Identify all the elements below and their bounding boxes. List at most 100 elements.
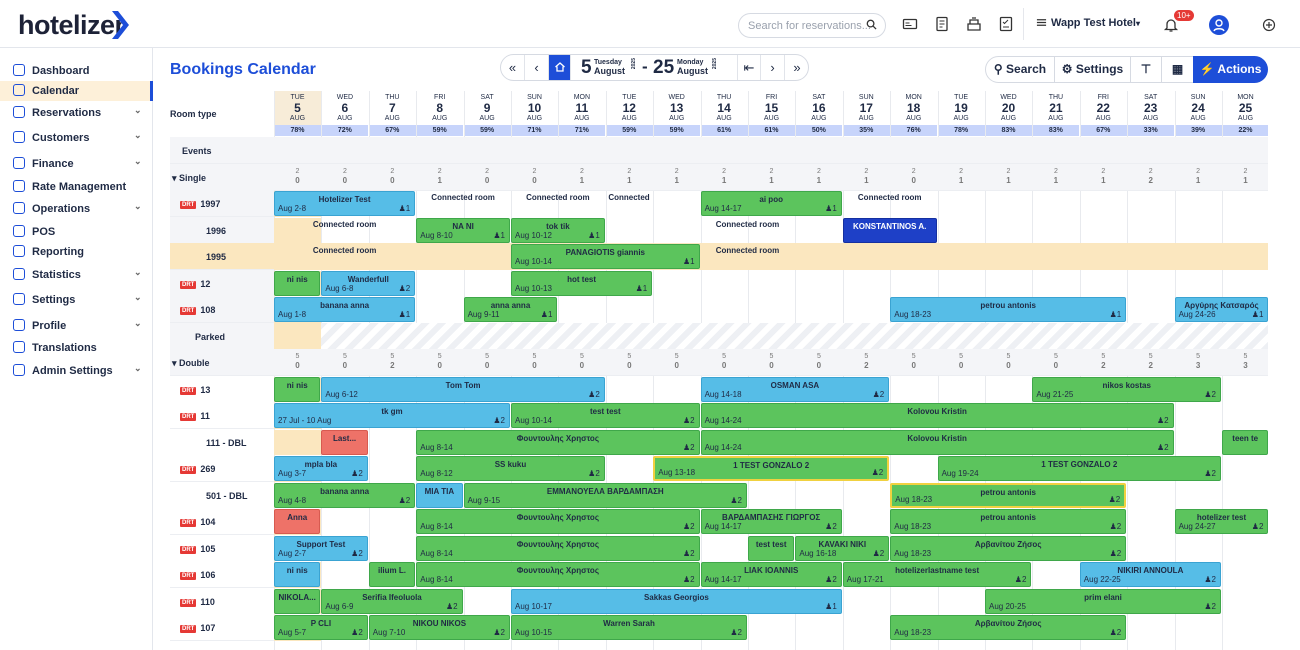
booking-bar[interactable]: SS kuku Aug 8-12 ♟2 (416, 456, 605, 481)
document-icon[interactable] (934, 16, 950, 32)
settings-button[interactable]: ⚙ Settings (1054, 56, 1131, 83)
text-height-button[interactable]: ⊤ (1130, 56, 1162, 83)
room-label[interactable]: DRT 12 (180, 279, 210, 289)
booking-bar[interactable]: ΕΜΜΑΝΟΥΕΛΑ ΒΑΡΔΑΜΠΑΣΗ Aug 9-15 ♟2 (463, 482, 747, 508)
booking-bar[interactable]: Anna (274, 509, 321, 534)
sidebar-item-finance[interactable]: Finance ⌄ (0, 154, 153, 174)
booking-bar[interactable]: ni nis (274, 562, 321, 587)
checklist-icon[interactable] (998, 16, 1014, 32)
booking-bar[interactable]: Αρβανίτου Ζήσος Aug 18-23 ♟2 (890, 535, 1127, 561)
sidebar-item-dashboard[interactable]: Dashboard (0, 61, 153, 81)
booking-bar[interactable]: teen te (1222, 429, 1268, 455)
booking-bar[interactable]: LIAK IOANNIS Aug 14-17 ♟2 (700, 562, 842, 587)
room-label[interactable]: DRT 11 (180, 411, 210, 421)
booking-bar[interactable]: Hotelizer Test Aug 2-8 ♟1 (274, 191, 416, 216)
sidebar-item-profile[interactable]: Profile ⌄ (0, 316, 153, 336)
booking-bar[interactable]: Tom Tom Aug 6-12 ♟2 (321, 376, 605, 402)
actions-button[interactable]: ⚡ Actions (1193, 56, 1268, 83)
room-label[interactable]: DRT 105 (180, 544, 215, 554)
sidebar-item-reservations[interactable]: Reservations ⌄ (0, 103, 153, 123)
sidebar-item-admin-settings[interactable]: Admin Settings ⌄ (0, 361, 153, 381)
booking-bar[interactable]: ΒΑΡΔΑΜΠΑΣΗΣ ΓΙΩΡΓΟΣ Aug 14-17 ♟2 (700, 509, 842, 534)
booking-bar[interactable]: Φουντουλης Χρηστος Aug 8-14 ♟2 (416, 562, 700, 587)
booking-bar[interactable]: Warren Sarah Aug 10-15 ♟2 (511, 615, 747, 640)
room-label[interactable]: DRT 107 (180, 623, 215, 633)
booking-bar[interactable]: test test (748, 535, 795, 561)
booking-bar[interactable]: Αρβανίτου Ζήσος Aug 18-23 ♟2 (890, 615, 1127, 640)
cash-register-icon[interactable] (966, 16, 982, 32)
booking-bar[interactable]: mpla bla Aug 3-7 ♟2 (274, 456, 368, 481)
booking-bar[interactable]: petrou antonis Aug 18-23 ♟1 (890, 297, 1127, 322)
booking-bar[interactable]: petrou antonis Aug 18-23 ♟2 (890, 482, 1127, 508)
booking-bar[interactable]: Αργύρης Κατσαρός Aug 24-26 ♟1 (1174, 297, 1268, 322)
room-label[interactable]: DRT 110 (180, 597, 215, 607)
booking-bar[interactable]: test test Aug 10-14 ♟2 (511, 403, 700, 428)
hotel-selector[interactable]: Wapp Test Hotel▾ (1051, 17, 1140, 29)
room-label[interactable]: 1996 (180, 226, 226, 236)
search-input[interactable]: Search for reservations... (738, 13, 886, 38)
prev-fast-button[interactable]: « (501, 55, 525, 80)
fit-range-button[interactable]: ⇤ (737, 55, 761, 80)
sidebar-item-pos[interactable]: POS (0, 222, 153, 242)
room-label[interactable]: DRT 1997 (180, 199, 220, 209)
booking-bar[interactable]: tk gm 27 Jul - 10 Aug ♟2 (274, 403, 510, 428)
room-label[interactable]: 1995 (180, 252, 226, 262)
booking-bar[interactable]: ni nis (274, 376, 321, 402)
booking-bar[interactable]: Φουντουλης Χρηστος Aug 8-14 ♟2 (416, 509, 700, 534)
booking-bar[interactable]: Φουντουλης Χρηστος Aug 8-14 ♟2 (416, 535, 700, 561)
booking-bar[interactable]: hot test Aug 10-13 ♟1 (511, 270, 653, 296)
sidebar-item-translations[interactable]: Translations (0, 338, 153, 358)
user-avatar[interactable] (1209, 15, 1229, 35)
sidebar-item-reporting[interactable]: Reporting (0, 242, 153, 262)
booking-bar[interactable]: 1 TEST GONZALO 2 Aug 13-18 ♟2 (653, 456, 890, 481)
booking-bar[interactable]: Sakkas Georgios Aug 10-17 ♟1 (511, 588, 842, 614)
add-circle-icon[interactable] (1262, 18, 1276, 32)
room-label[interactable]: DRT 104 (180, 517, 215, 527)
room-label[interactable]: DRT 108 (180, 305, 215, 315)
room-label[interactable]: 501 - DBL (180, 491, 248, 501)
booking-bar[interactable]: KONSTANTINOS A. (842, 217, 937, 243)
card-icon[interactable] (902, 16, 918, 32)
sidebar-item-rate-management[interactable]: Rate Management (0, 177, 153, 197)
search-button[interactable]: ⚲ Search (985, 56, 1055, 83)
room-label[interactable]: DRT 13 (180, 385, 210, 395)
group-label[interactable]: ▾ Double (172, 358, 210, 369)
booking-bar[interactable]: hotelizer test Aug 24-27 ♟2 (1174, 509, 1268, 534)
booking-bar[interactable]: prim elani Aug 20-25 ♟2 (985, 588, 1221, 614)
booking-bar[interactable]: banana anna Aug 1-8 ♟1 (274, 297, 416, 322)
booking-bar[interactable]: ilium L. (368, 562, 416, 587)
booking-bar[interactable]: petrou antonis Aug 18-23 ♟2 (890, 509, 1127, 534)
sidebar-item-statistics[interactable]: Statistics ⌄ (0, 265, 153, 285)
booking-bar[interactable]: NIKOLA... (274, 588, 321, 614)
sidebar-item-calendar[interactable]: Calendar (0, 81, 153, 101)
booking-bar[interactable]: Support Test Aug 2-7 ♟2 (274, 535, 368, 561)
booking-bar[interactable]: ni nis (274, 270, 321, 296)
booking-bar[interactable]: Serifia Ifeoluola Aug 6-9 ♟2 (321, 588, 463, 614)
booking-bar[interactable]: P CLI Aug 5-7 ♟2 (274, 615, 368, 640)
sidebar-item-operations[interactable]: Operations ⌄ (0, 199, 153, 219)
next-button[interactable]: › (761, 55, 785, 80)
booking-bar[interactable]: MIA TIA (416, 482, 463, 508)
booking-bar[interactable]: NA NI Aug 8-10 ♟1 (416, 217, 510, 243)
sidebar-item-settings[interactable]: Settings ⌄ (0, 290, 153, 310)
room-label[interactable]: 111 - DBL (180, 438, 247, 448)
prev-button[interactable]: ‹ (525, 55, 549, 80)
booking-bar[interactable]: Kolovou Kristin Aug 14-24 ♟2 (700, 429, 1174, 455)
booking-bar[interactable]: KAVAKI NIKI Aug 16-18 ♟2 (795, 535, 890, 561)
room-label[interactable]: DRT 106 (180, 570, 215, 580)
booking-bar[interactable]: tok tik Aug 10-12 ♟1 (511, 217, 605, 243)
booking-bar[interactable]: nikos kostas Aug 21-25 ♟2 (1032, 376, 1221, 402)
booking-bar[interactable]: NIKIRI ANNOULA Aug 22-25 ♟2 (1079, 562, 1221, 587)
group-label[interactable]: ▾ Single (172, 173, 206, 184)
booking-bar[interactable]: 1 TEST GONZALO 2 Aug 19-24 ♟2 (937, 456, 1221, 481)
grid-view-button[interactable]: ▦ (1161, 56, 1194, 83)
booking-bar[interactable]: Last... (321, 429, 368, 455)
booking-bar[interactable]: PANAGIOTIS giannis Aug 10-14 ♟1 (511, 244, 700, 269)
room-label[interactable]: DRT 269 (180, 464, 215, 474)
booking-bar[interactable]: OSMAN ASA Aug 14-18 ♟2 (700, 376, 890, 402)
booking-bar[interactable]: Wanderfull Aug 6-8 ♟2 (321, 270, 416, 296)
booking-bar[interactable]: hotelizerlastname test Aug 17-21 ♟2 (842, 562, 1032, 587)
booking-bar[interactable]: banana anna Aug 4-8 ♟2 (274, 482, 416, 508)
booking-bar[interactable]: NIKOU NIKOS Aug 7-10 ♟2 (368, 615, 510, 640)
booking-bar[interactable]: Φουντουλης Χρηστος Aug 8-14 ♟2 (416, 429, 700, 455)
